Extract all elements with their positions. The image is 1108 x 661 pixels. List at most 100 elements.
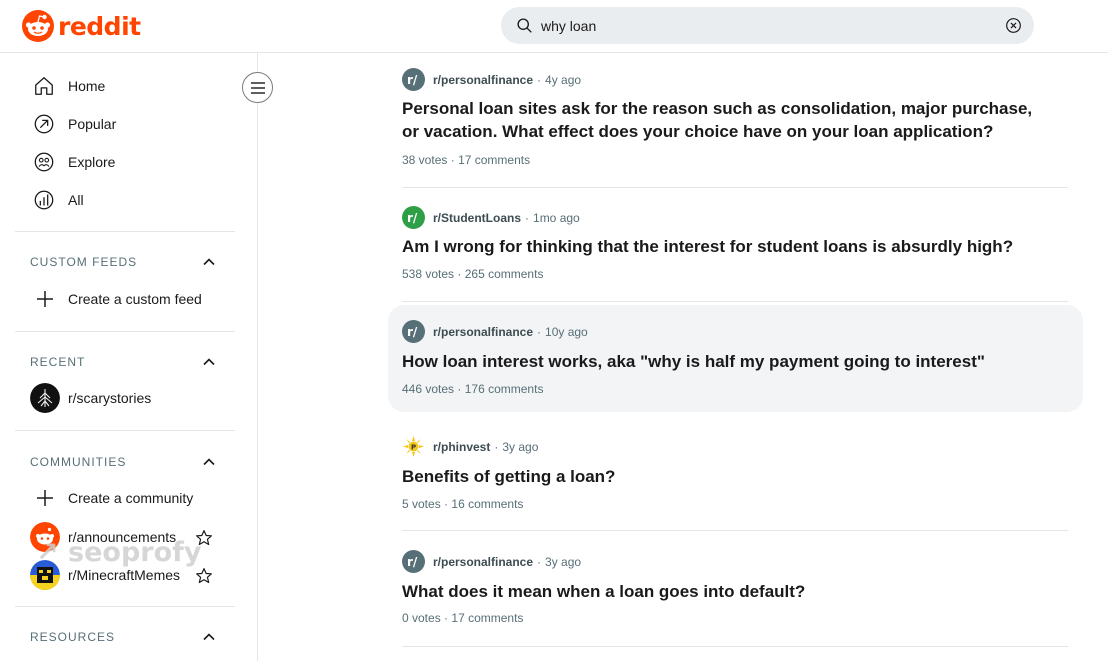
meta-separator: · [444,611,449,625]
meta-separator: · [537,554,542,569]
post-title[interactable]: How loan interest works, aka "why is hal… [402,350,1042,373]
post-age: 4y ago [545,72,582,87]
reddit-logo[interactable]: reddit [22,10,141,42]
svg-text:P: P [411,444,416,452]
subreddit-link[interactable]: r/personalfinance [433,555,533,569]
divider [15,606,235,607]
vote-count: 538 votes [402,267,455,281]
post-stats: 5 votes · 16 comments [402,497,523,511]
collapse-sidebar-button[interactable] [242,72,273,103]
post-result[interactable]: r/ r/personalfinance · 4y ago Personal l… [388,58,1083,180]
plus-icon [30,483,60,513]
post-title[interactable]: Am I wrong for thinking that the interes… [402,235,1042,258]
meta-separator: · [525,210,530,225]
comment-count: 17 comments [451,611,524,625]
plus-icon [30,284,60,314]
post-age: 3y ago [545,554,582,569]
chevron-up-icon[interactable] [202,455,216,469]
post-divider [402,530,1068,531]
watermark-text: seoprofy [68,537,202,568]
brand-name: reddit [58,11,141,41]
communities-title[interactable]: COMMUNITIES [30,455,126,469]
popular-icon [34,114,54,134]
post-meta: r/ r/personalfinance · 4y ago [402,68,581,91]
comment-count: 17 comments [458,153,531,167]
nav-label: All [68,192,84,208]
subreddit-avatar-icon[interactable]: r/ [402,68,425,91]
nav-item-popular[interactable]: Popular [33,111,116,137]
explore-icon [34,152,54,172]
svg-text:r/: r/ [407,325,418,339]
svg-text:r/: r/ [407,73,418,87]
all-icon [34,190,54,210]
search-bar[interactable] [501,7,1034,44]
post-age: 1mo ago [533,210,580,225]
subreddit-link[interactable]: r/personalfinance [433,325,533,339]
post-meta: r/ r/personalfinance · 3y ago [402,550,581,573]
svg-text:r/: r/ [407,211,418,225]
create-custom-feed-button[interactable]: Create a custom feed [30,283,202,315]
subreddit-avatar-icon[interactable]: r/ [402,550,425,573]
recent-title[interactable]: RECENT [30,355,85,369]
post-divider [402,301,1068,302]
svg-text:r/: r/ [407,555,418,569]
divider [15,430,235,431]
divider [15,231,235,232]
create-community-label: Create a community [68,490,194,506]
subreddit-avatar-icon[interactable]: P [402,435,425,458]
post-title[interactable]: Personal loan sites ask for the reason s… [402,97,1042,143]
post-stats: 538 votes · 265 comments [402,267,543,281]
post-age: 3y ago [502,439,539,454]
community-label: r/MinecraftMemes [68,567,181,583]
resources-title[interactable]: RESOURCES [30,630,115,644]
comment-count: 176 comments [464,382,544,396]
nav-item-home[interactable]: Home [33,73,105,99]
post-meta: P r/phinvest · 3y ago [402,435,538,458]
post-age: 10y ago [545,324,588,339]
subreddit-link[interactable]: r/StudentLoans [433,211,521,225]
meta-separator: · [450,153,455,167]
meta-separator: · [444,497,449,511]
post-divider [402,646,1068,647]
subreddit-avatar-icon[interactable]: r/ [402,206,425,229]
post-meta: r/ r/StudentLoans · 1mo ago [402,206,580,229]
post-result[interactable]: r/ r/personalfinance · 3y ago What does … [388,540,1083,640]
create-community-button[interactable]: Create a community [30,482,193,514]
subreddit-link[interactable]: r/phinvest [433,440,490,454]
comment-count: 265 comments [464,267,544,281]
post-title[interactable]: Benefits of getting a loan? [402,465,1042,488]
vote-count: 5 votes [402,497,441,511]
snoo-logo-icon [22,10,54,42]
search-input[interactable] [541,7,991,44]
nav-label: Popular [68,116,117,132]
recent-item-label: r/scarystories [68,390,152,406]
chevron-up-icon[interactable] [202,355,216,369]
favorite-star-icon[interactable] [195,567,213,585]
nav-label: Home [68,78,106,94]
post-title[interactable]: What does it mean when a loan goes into … [402,580,1042,603]
chevron-up-icon[interactable] [202,255,216,269]
scarystories-avatar [30,383,60,413]
post-result-hovered[interactable]: r/ r/personalfinance · 10y ago How loan … [388,305,1083,412]
left-sidebar: Home Popular Explore All CUSTOM FEEDS Cr… [0,53,258,661]
custom-feeds-title[interactable]: CUSTOM FEEDS [30,255,137,269]
home-icon [35,77,53,95]
post-result[interactable]: P r/phinvest · 3y ago Benefits of gettin… [388,425,1083,525]
top-header: reddit [0,0,1108,53]
search-icon [517,18,532,33]
meta-separator: · [537,324,542,339]
clear-search-icon[interactable] [1005,17,1022,34]
post-stats: 446 votes · 176 comments [402,382,543,396]
post-meta: r/ r/personalfinance · 10y ago [402,320,588,343]
subreddit-link[interactable]: r/personalfinance [433,73,533,87]
vote-count: 446 votes [402,382,455,396]
nav-item-all[interactable]: All [33,187,84,213]
nav-item-explore[interactable]: Explore [33,149,115,175]
vote-count: 0 votes [402,611,441,625]
create-custom-feed-label: Create a custom feed [68,291,202,307]
recent-item-scarystories[interactable]: r/scarystories [30,382,151,414]
chevron-up-icon[interactable] [202,630,216,644]
subreddit-avatar-icon[interactable]: r/ [402,320,425,343]
post-result[interactable]: r/ r/StudentLoans · 1mo ago Am I wrong f… [388,196,1083,296]
meta-separator: · [457,382,462,396]
